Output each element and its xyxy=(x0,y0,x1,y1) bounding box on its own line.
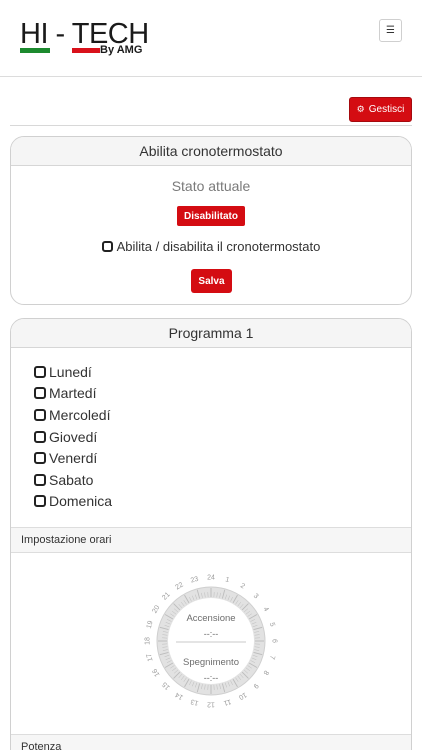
dial-hour-label[interactable]: 10 xyxy=(237,691,247,701)
enable-thermostat-checkbox[interactable]: Abilita / disabilita il cronotermostato xyxy=(11,239,411,254)
on-time-value: --:-- xyxy=(203,629,219,639)
dial-hour-label[interactable]: 6 xyxy=(271,639,278,643)
manage-button[interactable]: ⚙ Gestisci xyxy=(349,97,412,122)
dial-hour-label[interactable]: 1 xyxy=(225,576,231,584)
day-checkbox-sunday[interactable]: Domenica xyxy=(34,491,112,513)
time-dial-graphic[interactable]: 1234567891011121314151617181920212223 24 xyxy=(134,564,288,718)
day-label: Giovedí xyxy=(49,428,98,445)
day-checkbox-monday[interactable]: Lunedí xyxy=(34,361,112,383)
off-time-value: --:-- xyxy=(203,673,219,683)
brand-logo[interactable]: HI - TECH By AMG xyxy=(20,18,150,58)
on-time-label: Accensione xyxy=(186,613,236,624)
program-panel: Programma 1 Lunedí Martedí Mercoledí Gio… xyxy=(10,318,412,750)
dial-hour-label[interactable]: 22 xyxy=(174,581,184,591)
checkbox-box[interactable] xyxy=(34,387,46,400)
dial-hour-label[interactable]: 3 xyxy=(252,593,260,601)
day-label: Sabato xyxy=(49,471,94,488)
gear-icon: ⚙ xyxy=(356,104,365,115)
top-navbar: HI - TECH By AMG ☰ xyxy=(0,0,422,77)
dial-hour-label[interactable]: 23 xyxy=(190,576,199,585)
day-checkbox-tuesday[interactable]: Martedí xyxy=(34,383,112,405)
enable-checkbox-box[interactable] xyxy=(101,241,113,252)
thermostat-panel-title: Abilita cronotermostato xyxy=(11,137,411,166)
day-checkbox-saturday[interactable]: Sabato xyxy=(34,469,112,491)
schedule-section-header: Impostazione orari xyxy=(11,527,411,553)
day-checkbox-wednesday[interactable]: Mercoledí xyxy=(34,404,112,426)
save-button[interactable]: Salva xyxy=(191,269,232,293)
day-label: Lunedí xyxy=(49,363,92,380)
power-section-header: Potenza xyxy=(11,734,411,750)
dial-hour-label[interactable]: 24 xyxy=(207,575,215,582)
dial-hour-label[interactable]: 21 xyxy=(161,591,172,602)
logo-subtitle: By AMG xyxy=(100,44,143,56)
thermostat-panel: Abilita cronotermostato Stato attuale Di… xyxy=(10,136,412,305)
enable-checkbox-label: Abilita / disabilita il cronotermostato xyxy=(116,239,321,254)
days-list: Lunedí Martedí Mercoledí Giovedí Venerdí… xyxy=(34,361,112,512)
dial-hour-label[interactable]: 14 xyxy=(174,691,184,701)
day-label: Martedí xyxy=(49,385,97,402)
status-badge: Disabilitato xyxy=(177,206,245,226)
program-panel-title: Programma 1 xyxy=(11,319,411,348)
dial-hour-label[interactable]: 11 xyxy=(223,698,232,707)
checkbox-box[interactable] xyxy=(34,473,46,486)
divider xyxy=(10,125,412,126)
dial-hour-label[interactable]: 12 xyxy=(207,701,215,708)
hamburger-icon: ☰ xyxy=(386,24,395,36)
checkbox-box[interactable] xyxy=(34,495,46,508)
day-label: Venerdí xyxy=(49,450,98,467)
dial-hour-label[interactable]: 4 xyxy=(262,606,270,613)
manage-button-label: Gestisci xyxy=(368,104,405,115)
day-checkbox-friday[interactable]: Venerdí xyxy=(34,447,112,469)
dial-hour-label[interactable]: 13 xyxy=(190,697,199,706)
status-label: Stato attuale xyxy=(171,178,251,194)
checkbox-box[interactable] xyxy=(34,430,46,443)
dial-hour-label[interactable]: 2 xyxy=(239,582,246,590)
off-time-label: Spegnimento xyxy=(183,657,239,668)
dial-inner xyxy=(168,598,254,684)
menu-toggle-button[interactable]: ☰ xyxy=(379,19,402,42)
logo-green-bar xyxy=(20,48,50,53)
day-label: Mercoledí xyxy=(49,406,111,423)
logo-red-bar xyxy=(72,48,100,53)
checkbox-box[interactable] xyxy=(34,365,46,378)
time-dial[interactable]: 1 2 3 4 5 6 7 8 9 10 11 12 13 14 15 16 17 18 19 20 21 22 23 24 … xyxy=(134,564,288,718)
checkbox-box[interactable] xyxy=(34,452,46,465)
day-checkbox-thursday[interactable]: Giovedí xyxy=(34,426,112,448)
day-label: Domenica xyxy=(49,493,113,510)
checkbox-box[interactable] xyxy=(34,408,46,421)
